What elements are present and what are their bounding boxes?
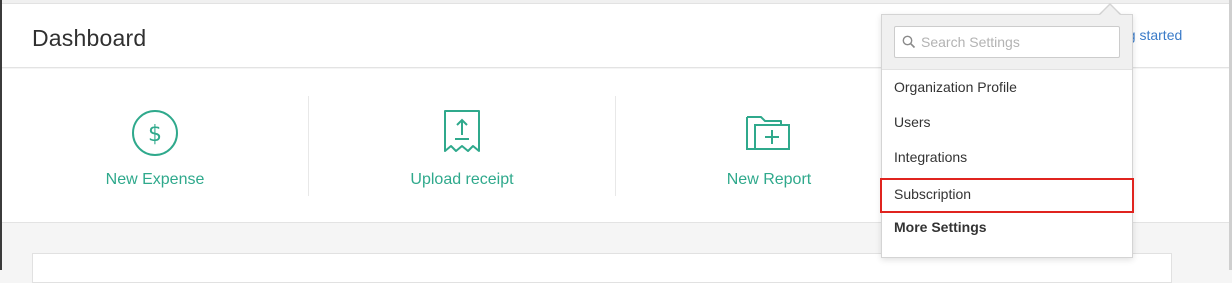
menu-item-users[interactable]: Users: [882, 105, 1132, 140]
add-folder-icon: [746, 116, 790, 150]
page-title: Dashboard: [32, 25, 147, 51]
new-expense-button[interactable]: $ New Expense: [2, 69, 308, 223]
upload-receipt-icon: [444, 110, 480, 152]
popover-arrow-fill: [1100, 5, 1120, 15]
menu-item-more-settings[interactable]: More Settings: [882, 210, 1132, 245]
settings-search-input[interactable]: [921, 27, 1117, 57]
settings-popover: Organization Profile Users Integrations …: [880, 14, 1134, 258]
new-expense-label: New Expense: [105, 171, 205, 188]
upload-receipt-label: Upload receipt: [410, 171, 514, 188]
settings-search-area: [882, 15, 1132, 70]
search-icon: [902, 35, 916, 49]
app-window: Dashboard ng started $ New Expense Uploa…: [0, 0, 1232, 283]
menu-item-subscription[interactable]: Subscription: [880, 178, 1134, 213]
svg-text:$: $: [148, 122, 162, 147]
upload-receipt-button[interactable]: Upload receipt: [309, 69, 615, 223]
new-report-button[interactable]: New Report: [616, 69, 922, 223]
dollar-circle-icon: $: [132, 110, 178, 156]
settings-search-box[interactable]: [894, 26, 1120, 58]
new-report-label: New Report: [726, 171, 812, 188]
menu-item-organization-profile[interactable]: Organization Profile: [882, 70, 1132, 105]
menu-item-integrations[interactable]: Integrations: [882, 140, 1132, 175]
